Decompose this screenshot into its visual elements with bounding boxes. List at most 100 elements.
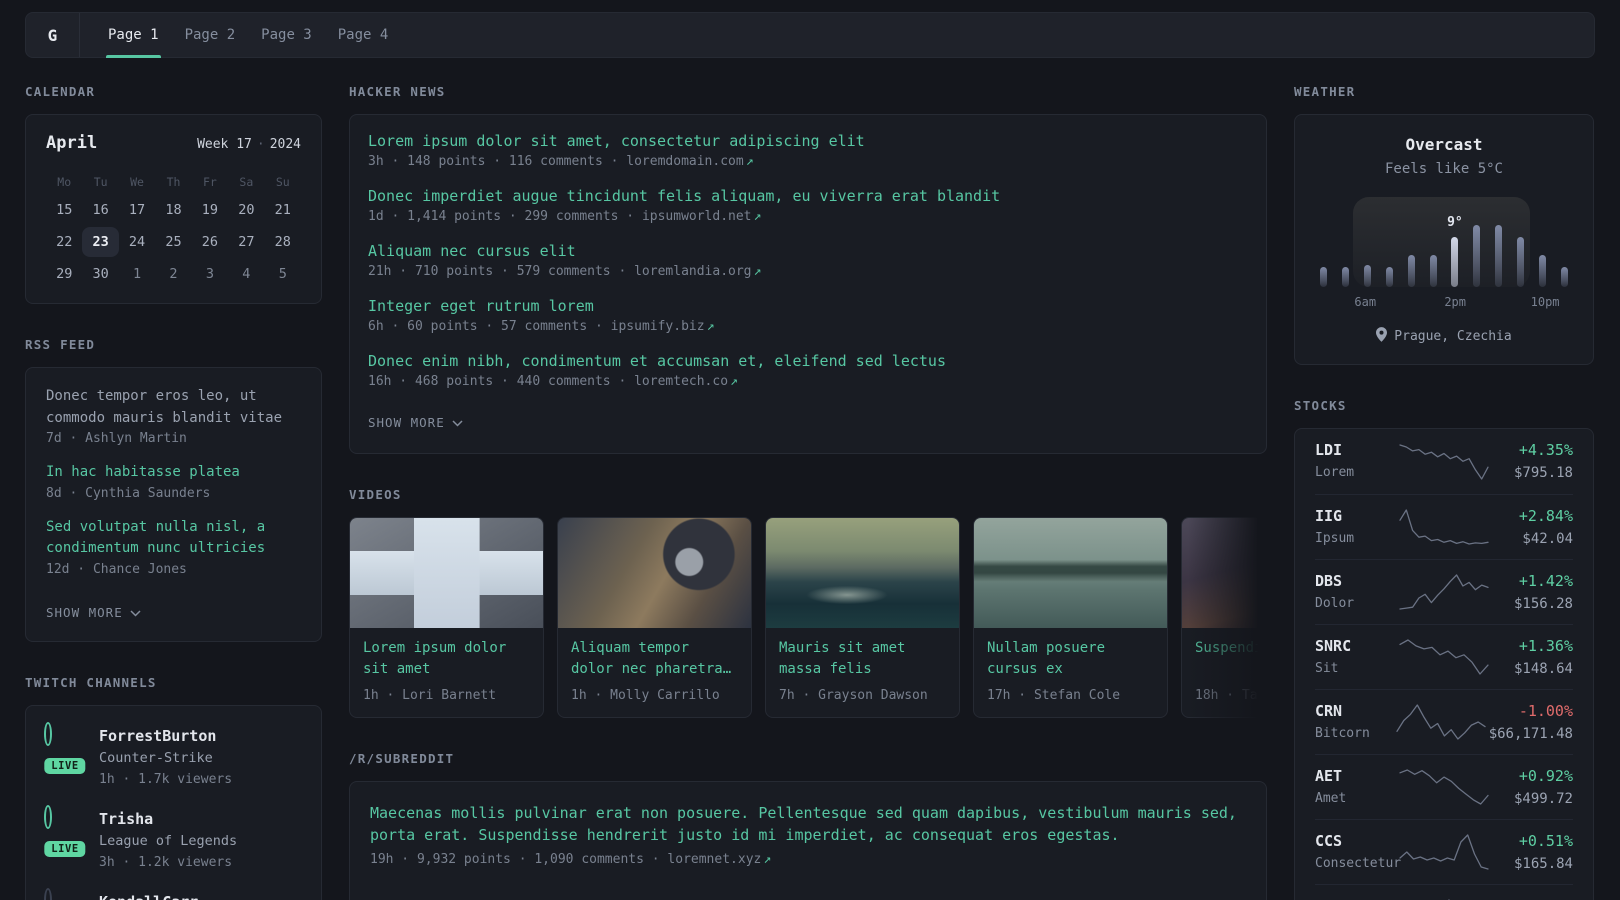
stock-row[interactable]: AHS +0.46%: [1315, 884, 1573, 900]
stock-row[interactable]: SNRC Sit +1.36% $148.64: [1315, 624, 1573, 689]
rss-show-more-button[interactable]: SHOW MORE: [46, 605, 141, 620]
weather-bar-current: 9°: [1447, 215, 1463, 287]
external-link-icon: ↗: [753, 264, 762, 279]
video-title[interactable]: Suspendisse diam: [1195, 638, 1267, 680]
tab-page-2[interactable]: Page 2: [172, 13, 249, 57]
video-card[interactable]: Aliquam tempor dolor nec pharetra… 1h · …: [557, 517, 752, 718]
hn-story-link[interactable]: Donec enim nibh, condimentum et accumsan…: [368, 351, 1248, 371]
rss-item-link[interactable]: Donec tempor eros leo, ut commodo mauris…: [46, 386, 301, 429]
hn-domain-link[interactable]: ipsumworld.net ↗: [642, 209, 761, 224]
calendar-day: 24: [128, 234, 146, 250]
channel-meta: 1h · 1.7k viewers: [99, 771, 233, 787]
weather-bar: [1363, 265, 1371, 287]
rss-item-link[interactable]: In hac habitasse platea: [46, 462, 301, 484]
video-title[interactable]: Nullam posuere cursus ex: [987, 638, 1154, 680]
video-card[interactable]: Suspendisse diam 18h · Tara: [1181, 517, 1267, 718]
nav-tabs: Page 1 Page 2 Page 3 Page 4: [95, 13, 402, 58]
rss-card: Donec tempor eros leo, ut commodo mauris…: [25, 367, 322, 642]
time-label: 10pm: [1530, 295, 1560, 309]
live-badge: LIVE: [41, 754, 89, 777]
tab-page-4[interactable]: Page 4: [325, 13, 402, 57]
hn-story-link[interactable]: Donec imperdiet augue tincidunt felis al…: [368, 186, 1248, 206]
hn-show-more-button[interactable]: SHOW MORE: [368, 415, 463, 430]
hn-story-link[interactable]: Integer eget rutrum lorem: [368, 296, 1248, 316]
separator-dot: ·: [256, 137, 265, 152]
hn-story-meta: 1d · 1,414 points · 299 comments · ipsum…: [368, 209, 762, 224]
external-link-icon: ↗: [763, 852, 772, 867]
rss-item-meta: 7d · Ashlyn Martin: [46, 431, 187, 446]
weekday-label: Sa: [239, 175, 254, 189]
stock-row[interactable]: IIG Ipsum +2.84% $42.04: [1315, 494, 1573, 559]
weather-widget-title: WEATHER: [1294, 84, 1356, 99]
calendar-day: 25: [165, 234, 182, 250]
stock-row[interactable]: DBS Dolor +1.42% $156.28: [1315, 559, 1573, 624]
video-thumbnail[interactable]: [766, 518, 959, 628]
video-title[interactable]: Lorem ipsum dolor sit amet consectetu…: [363, 638, 530, 680]
stock-symbol: SNRC: [1315, 636, 1352, 655]
subreddit-widget: /R/SUBREDDIT Maecenas mollis pulvinar er…: [349, 751, 1267, 900]
weather-bar: [1429, 255, 1437, 287]
stock-row[interactable]: CCS Consectetur +0.51% $165.84: [1315, 819, 1573, 884]
hn-domain-link[interactable]: loremtech.co ↗: [634, 374, 738, 389]
stock-price: $148.64: [1513, 660, 1573, 677]
hn-story-link[interactable]: Aliquam nec cursus elit: [368, 241, 1248, 261]
rss-item: Donec tempor eros leo, ut commodo mauris…: [46, 386, 301, 446]
rss-item-link[interactable]: Sed volutpat nulla nisl, a condimentum n…: [46, 517, 301, 560]
weather-bar: [1560, 267, 1568, 287]
video-thumbnail[interactable]: [350, 518, 543, 628]
channel-game: Counter-Strike: [99, 749, 213, 766]
location-pin-icon: [1376, 327, 1388, 346]
reddit-post-link[interactable]: Maecenas mollis pulvinar erat non posuer…: [370, 802, 1246, 846]
video-card[interactable]: Mauris sit amet massa felis 7h · Grayson…: [765, 517, 960, 718]
calendar-day: 30: [92, 266, 109, 282]
weekday-label: Tu: [93, 175, 108, 189]
weekday-label: Su: [275, 175, 290, 189]
tab-page-1[interactable]: Page 1: [95, 13, 172, 58]
video-title[interactable]: Aliquam tempor dolor nec pharetra…: [571, 638, 738, 680]
time-label: 2pm: [1444, 295, 1467, 309]
video-thumbnail[interactable]: [974, 518, 1167, 628]
stock-symbol: CRN: [1315, 701, 1343, 720]
calendar-day-next-month: 3: [205, 266, 214, 282]
stock-name: Consectetur: [1315, 855, 1402, 871]
left-column: CALENDAR April Week 17 · 2024 Mo Tu We Th …: [25, 84, 322, 900]
channel-name[interactable]: ForrestBurton: [99, 726, 232, 746]
video-thumbnail[interactable]: [1182, 518, 1267, 628]
channel-name[interactable]: Trisha: [99, 809, 237, 829]
twitch-channel-row[interactable]: LIVE ForrestBurton Counter-Strike 1h · 1…: [41, 721, 303, 789]
video-card[interactable]: Lorem ipsum dolor sit amet consectetu… 1…: [349, 517, 544, 718]
calendar-month: April: [46, 133, 98, 153]
stock-sparkline: [1397, 443, 1492, 481]
twitch-channel-row[interactable]: KendallCarr: [44, 887, 303, 900]
video-meta: 1h · Molly Carrillo: [571, 688, 720, 703]
stock-row[interactable]: LDI Lorem +4.35% $795.18: [1315, 429, 1573, 494]
rss-item: In hac habitasse platea 8d · Cynthia Sau…: [46, 462, 301, 501]
calendar-grid: Mo Tu We Th Fr Sa Su 15 16 17 18 19 20 2…: [46, 171, 301, 289]
stock-row[interactable]: AET Amet +0.92% $499.72: [1315, 754, 1573, 819]
weather-bar: [1407, 255, 1415, 287]
app-logo[interactable]: G: [26, 13, 80, 57]
chevron-down-icon: [452, 415, 463, 430]
hn-domain-link[interactable]: loremdomain.com ↗: [626, 154, 753, 169]
twitch-channel-row[interactable]: LIVE Trisha League of Legends 3h · 1.2k …: [41, 804, 303, 872]
calendar-day: 21: [274, 202, 291, 218]
video-thumbnail[interactable]: [558, 518, 751, 628]
calendar-day: 15: [56, 202, 73, 218]
stock-row[interactable]: CRN Bitcorn -1.00% $66,171.48: [1315, 689, 1573, 754]
twitch-widget: TWITCH CHANNELS LIVE ForrestBurton Count…: [25, 675, 322, 900]
reddit-domain-link[interactable]: loremnet.xyz ↗: [667, 852, 771, 867]
hackernews-card: Lorem ipsum dolor sit amet, consectetur …: [349, 114, 1267, 454]
video-title[interactable]: Mauris sit amet massa felis: [779, 638, 946, 680]
hn-story: Integer eget rutrum lorem 6h · 60 points…: [368, 296, 1248, 334]
video-card[interactable]: Nullam posuere cursus ex 17h · Stefan Co…: [973, 517, 1168, 718]
rss-widget-title: RSS FEED: [25, 337, 96, 352]
calendar-day-next-month: 5: [278, 266, 287, 282]
hn-story-link[interactable]: Lorem ipsum dolor sit amet, consectetur …: [368, 131, 1248, 151]
tab-page-3[interactable]: Page 3: [248, 13, 325, 57]
stock-price: $499.72: [1513, 790, 1573, 807]
stock-name: Lorem: [1315, 465, 1355, 480]
hn-domain-link[interactable]: ipsumify.biz ↗: [611, 319, 715, 334]
channel-name[interactable]: KendallCarr: [99, 892, 198, 900]
stock-price: $156.28: [1513, 595, 1573, 612]
hn-domain-link[interactable]: loremlandia.org ↗: [634, 264, 761, 279]
